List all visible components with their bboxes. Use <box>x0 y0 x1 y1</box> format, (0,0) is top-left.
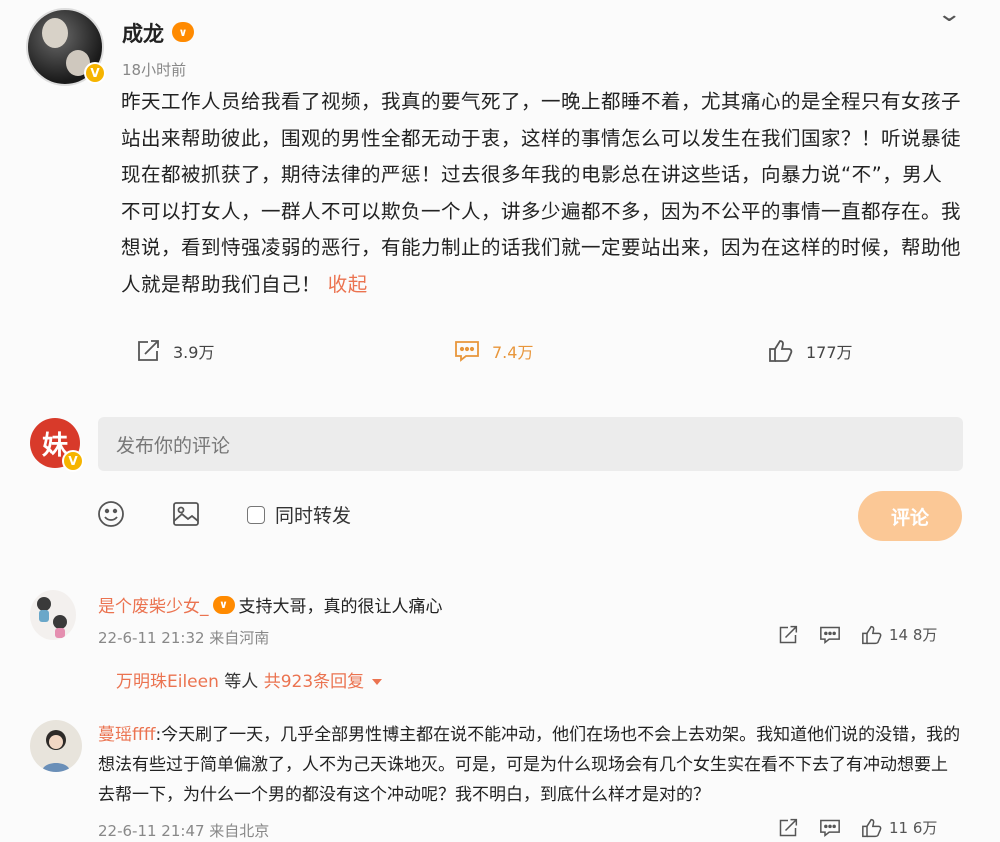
post-body: 昨天工作人员给我看了视频，我真的要气死了，一晚上都睡不着，尤其痛心的是全程只有女… <box>121 84 961 303</box>
comment-meta: 22-6-11 21:47 来自北京 <box>98 822 270 840</box>
thumbs-up-icon <box>769 340 793 362</box>
image-icon <box>173 502 199 526</box>
caret-down-icon <box>372 679 383 685</box>
chevron-down-icon[interactable]: ⌄ <box>936 2 962 27</box>
avatar-illustration-icon <box>37 597 67 638</box>
share-icon <box>779 818 798 836</box>
collapse-link[interactable]: 收起 <box>328 273 368 296</box>
image-button[interactable] <box>172 501 200 531</box>
comment-like-button[interactable]: 11 6万 <box>861 817 937 838</box>
verified-v-icon: V <box>84 62 106 84</box>
level-badge-icon: ∨ <box>172 22 194 42</box>
like-button[interactable]: 177万 <box>768 339 853 363</box>
comment-avatar[interactable] <box>30 720 82 772</box>
comment-reply-button[interactable] <box>819 818 841 838</box>
post-text: 昨天工作人员给我看了视频，我真的要气死了，一晚上都睡不着，尤其痛心的是全程只有女… <box>121 90 962 296</box>
comment-like-button[interactable]: 14 8万 <box>861 624 937 645</box>
comment-username[interactable]: 蔓瑶ffff <box>98 725 155 745</box>
repost-toggle[interactable]: 同时转发 <box>247 501 351 528</box>
comment-button[interactable]: 7.4万 <box>454 339 533 363</box>
comment-icon <box>820 819 840 837</box>
comment-like-count: 14 8万 <box>889 626 938 644</box>
level-badge-icon: ∨ <box>212 595 235 614</box>
comment-reply-button[interactable] <box>819 625 841 645</box>
post-time: 18小时前 <box>122 61 187 79</box>
verified-v-icon: V <box>62 450 84 472</box>
share-icon <box>138 340 159 361</box>
smiley-icon <box>98 501 124 527</box>
share-button[interactable]: 3.9万 <box>135 339 214 363</box>
author-name[interactable]: 成龙 <box>122 18 164 48</box>
comment-icon <box>820 626 840 644</box>
comment-share-button[interactable] <box>777 818 799 838</box>
submit-comment-button[interactable]: 评论 <box>858 491 962 541</box>
comment-input-placeholder: 发布你的评论 <box>116 434 231 457</box>
comment-text: :今天刷了一天，几乎全部男性博主都在说不能冲动，他们在场也不会上去劝架。我知道他… <box>98 725 961 805</box>
repost-checkbox[interactable] <box>247 505 265 524</box>
comment-share-button[interactable] <box>777 625 799 645</box>
emoji-button[interactable] <box>97 500 125 532</box>
thumbs-up-icon <box>862 625 882 644</box>
replies-summary[interactable]: 万明珠Eileen 等人 共923条回复 <box>116 667 383 692</box>
like-count: 177万 <box>806 343 853 362</box>
comment-line: 蔓瑶ffff:今天刷了一天，几乎全部男性博主都在说不能冲动，他们在场也不会上去劝… <box>98 720 964 810</box>
comment-like-count: 11 6万 <box>889 819 938 837</box>
reply-mid: 等人 <box>224 672 259 692</box>
comment-input[interactable]: 发布你的评论 <box>98 417 963 471</box>
avatar-illustration-icon <box>42 730 70 772</box>
share-icon <box>779 625 798 643</box>
comment-actions: 11 6万 <box>777 817 937 838</box>
comment-username[interactable]: 是个废柴少女_ <box>98 592 209 617</box>
reply-count[interactable]: 共923条回复 <box>264 672 364 692</box>
thumbs-up-icon <box>862 818 882 837</box>
comment-count: 7.4万 <box>492 343 534 362</box>
comment-meta: 22-6-11 21:32 来自河南 <box>98 629 270 647</box>
comment-line: 是个废柴少女_ ∨ 支持大哥，真的很让人痛心 <box>98 592 443 617</box>
comment-text: 支持大哥，真的很让人痛心 <box>238 597 443 617</box>
comment-icon <box>455 341 479 362</box>
comment-avatar[interactable] <box>30 590 76 640</box>
reply-users[interactable]: 万明珠Eileen <box>116 672 219 692</box>
comment-actions: 14 8万 <box>777 624 937 645</box>
share-count: 3.9万 <box>173 343 215 362</box>
repost-label: 同时转发 <box>275 505 352 527</box>
